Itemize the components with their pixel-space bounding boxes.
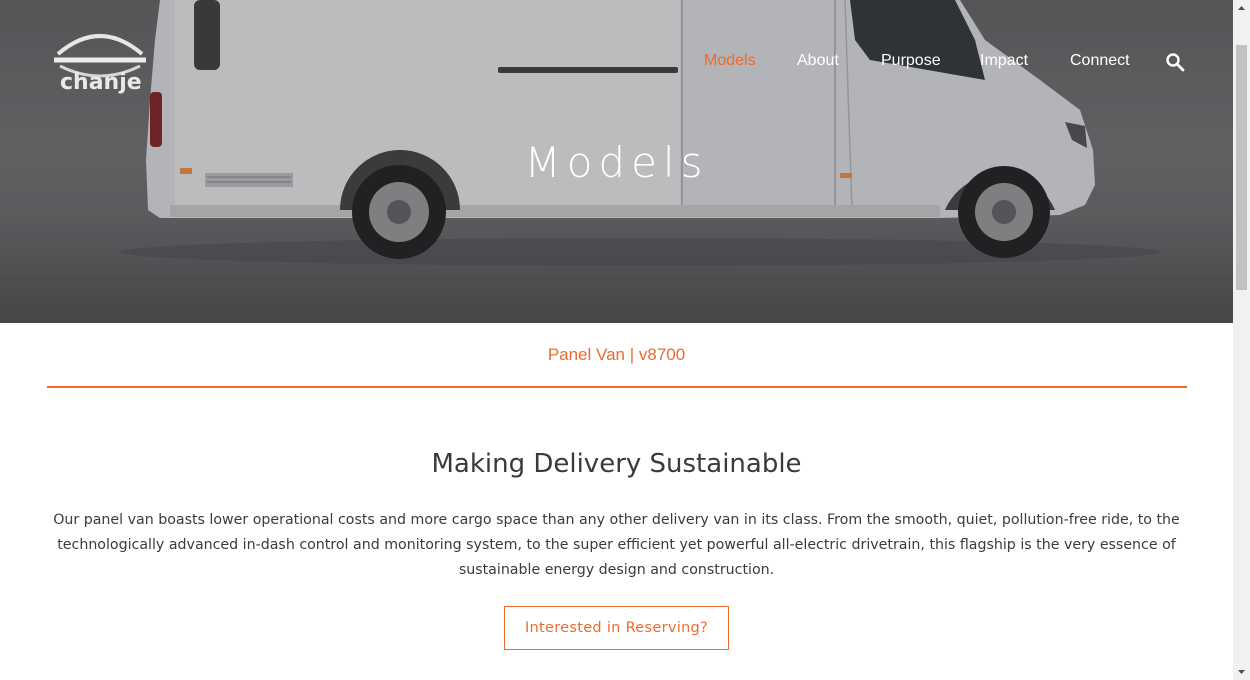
main-nav: Models About Purpose Impact Connect (0, 52, 1233, 74)
nav-item-purpose[interactable]: Purpose (881, 52, 941, 70)
nav-item-impact[interactable]: Impact (980, 52, 1028, 70)
nav-item-connect[interactable]: Connect (1070, 52, 1130, 70)
page-title: Models (524, 138, 709, 187)
hero-banner: chanje Models About Purpose Impact Conne… (0, 0, 1233, 323)
model-subheading-link[interactable]: Panel Van | v8700 (0, 345, 1233, 365)
nav-item-models[interactable]: Models (704, 52, 756, 70)
scrollbar-thumb[interactable] (1236, 45, 1247, 290)
nav-item-about[interactable]: About (797, 52, 839, 70)
reserve-button[interactable]: Interested in Reserving? (504, 606, 729, 650)
vertical-scrollbar[interactable] (1233, 0, 1250, 680)
section-title: Making Delivery Sustainable (431, 449, 802, 479)
section-body-text: Our panel van boasts lower operational c… (53, 512, 1180, 578)
search-icon[interactable] (1165, 52, 1185, 72)
scroll-down-arrow-icon[interactable] (1233, 663, 1250, 680)
section-divider (47, 386, 1187, 388)
scroll-up-arrow-icon[interactable] (1233, 0, 1250, 17)
